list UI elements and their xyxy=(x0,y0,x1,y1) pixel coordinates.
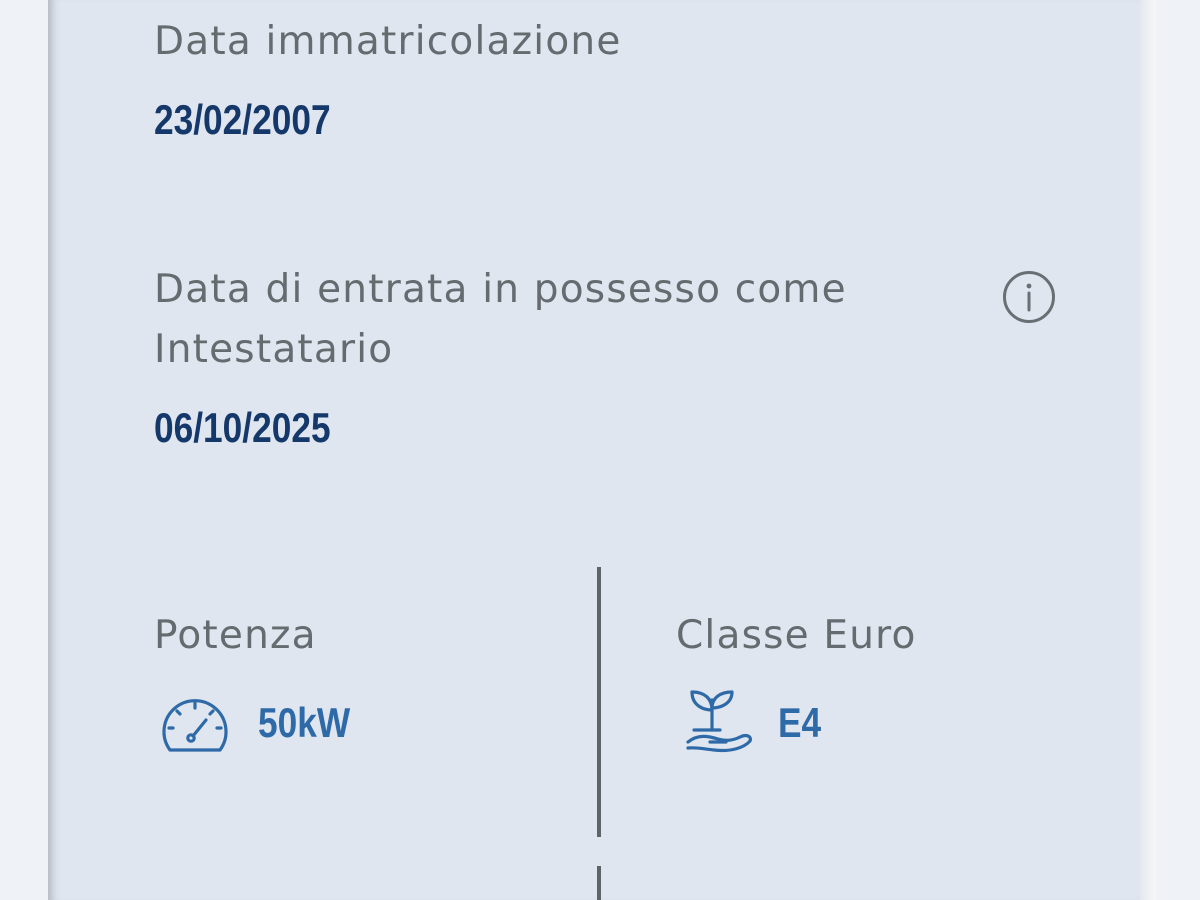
euro-class-label: Classe Euro xyxy=(676,613,917,658)
ownership-date-value: 06/10/2025 xyxy=(154,404,331,451)
left-gutter xyxy=(0,0,48,900)
stats-divider xyxy=(597,567,601,837)
speedometer-icon xyxy=(162,699,228,752)
power-value: 50kW xyxy=(258,699,351,746)
power-label: Potenza xyxy=(154,613,317,658)
ownership-date-info-button[interactable] xyxy=(1002,270,1056,324)
right-gutter-edge xyxy=(1140,0,1156,900)
stats-divider-lower xyxy=(597,866,601,900)
info-circle-icon xyxy=(1003,271,1055,323)
euro-class-value: E4 xyxy=(778,699,822,746)
registration-date-label: Data immatricolazione xyxy=(154,19,622,64)
ownership-date-label-line1: Data di entrata in possesso come xyxy=(154,267,847,312)
page: Data immatricolazione 23/02/2007 Data di… xyxy=(0,0,1200,900)
vehicle-details-card: Data immatricolazione 23/02/2007 Data di… xyxy=(48,0,1140,900)
plant-in-hand-icon xyxy=(686,690,752,753)
registration-date-value: 23/02/2007 xyxy=(154,96,331,143)
ownership-date-label-line2: Intestatario xyxy=(154,327,394,372)
